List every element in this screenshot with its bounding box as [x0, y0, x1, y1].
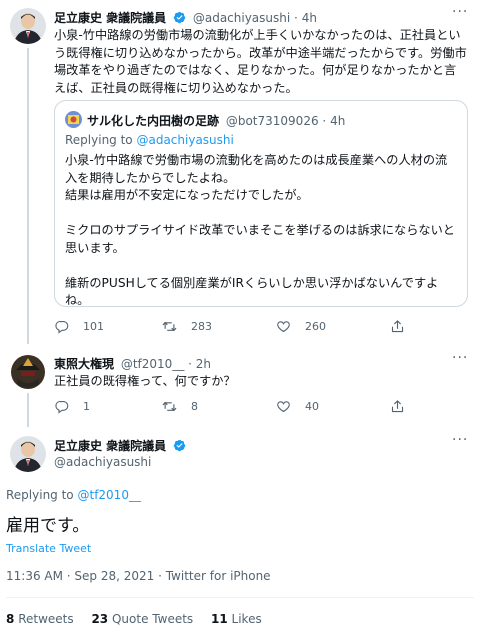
tweet-timestamp[interactable]: 11:36 AM · Sep 28, 2021 · Twitter for iP…	[6, 569, 271, 583]
quote-time: 4h	[330, 114, 346, 128]
divider	[6, 597, 474, 598]
likes-count: 11	[211, 612, 228, 626]
quotes-count: 23	[91, 612, 109, 626]
replying-prefix: Replying to	[6, 488, 74, 502]
avatar[interactable]	[10, 354, 46, 390]
retweets-stat[interactable]: 8 Retweets	[6, 612, 77, 626]
reply-count: 1	[83, 400, 90, 413]
separator-dot: ·	[322, 114, 327, 128]
handle[interactable]: @adachiyasushi	[54, 455, 151, 469]
share-icon	[391, 400, 404, 413]
replying-to-handle[interactable]: @adachiyasushi	[136, 133, 233, 147]
reply-button[interactable]: 101	[54, 319, 104, 334]
retweet-button[interactable]: 8	[162, 399, 198, 414]
reply-icon	[55, 320, 69, 334]
quote-replying-to: Replying to @adachiyasushi	[65, 133, 234, 147]
retweet-button[interactable]: 283	[162, 319, 212, 334]
handle[interactable]: @tf2010__	[121, 357, 184, 371]
replying-to-handle[interactable]: @tf2010__	[77, 488, 140, 502]
more-icon[interactable]: ···	[452, 4, 468, 20]
quote-author-name: サル化した内田樹の足跡	[87, 114, 220, 128]
quote-handle: @bot73109026	[225, 114, 319, 128]
like-count: 260	[305, 320, 326, 333]
quote-avatar[interactable]	[65, 111, 82, 128]
likes-label: Likes	[231, 612, 262, 626]
author-name[interactable]: 足立康史 衆議院議員	[54, 11, 166, 25]
retweet-count: 8	[191, 400, 198, 413]
share-icon	[391, 320, 404, 333]
like-button[interactable]: 40	[276, 399, 319, 414]
separator-dot: ·	[188, 357, 192, 371]
avatar[interactable]	[10, 436, 46, 472]
like-button[interactable]: 260	[276, 319, 326, 334]
retweet-count: 283	[191, 320, 212, 333]
verified-icon	[173, 11, 186, 27]
reply-icon	[55, 400, 69, 414]
tweet-header: 東照大権現 @tf2010__ · 2h	[54, 355, 211, 372]
separator-dot: ·	[294, 11, 298, 25]
quotes-label: Quote Tweets	[111, 612, 194, 626]
handle[interactable]: @adachiyasushi	[193, 11, 290, 25]
like-icon	[277, 321, 290, 333]
likes-stat[interactable]: 11 Likes	[211, 612, 262, 626]
replying-to: Replying to @tf2010__	[6, 488, 141, 502]
replying-prefix: Replying to	[65, 133, 133, 147]
like-icon	[277, 401, 290, 413]
share-button[interactable]	[390, 399, 419, 414]
verified-icon	[173, 439, 186, 455]
like-count: 40	[305, 400, 319, 413]
author-block: 足立康史 衆議院議員	[54, 437, 186, 455]
tweet-time[interactable]: 2h	[196, 357, 211, 371]
author-name[interactable]: 東照大権現	[54, 357, 114, 371]
share-button[interactable]	[390, 319, 419, 334]
reply-count: 101	[83, 320, 104, 333]
quote-text: 小泉-竹中路線で労働市場の流動化を高めたのは成長産業への人材の流入を期待したから…	[65, 153, 455, 307]
reply-button[interactable]: 1	[54, 399, 90, 414]
quote-tweet-card[interactable]: サル化した内田樹の足跡 @bot73109026 · 4h Replying t…	[54, 100, 468, 307]
translate-tweet-link[interactable]: Translate Tweet	[6, 542, 91, 555]
quotes-stat[interactable]: 23 Quote Tweets	[91, 612, 197, 626]
retweets-label: Retweets	[18, 612, 74, 626]
quote-header: サル化した内田樹の足跡 @bot73109026 · 4h	[87, 112, 345, 129]
tweet-text: 正社員の既得権って、何ですか？	[54, 374, 236, 388]
author-name[interactable]: 足立康史 衆議院議員	[54, 439, 166, 453]
thread-line	[27, 393, 29, 427]
more-icon[interactable]: ···	[452, 432, 468, 448]
tweet-text: 小泉-竹中路線の労働市場の流動化が上手くいかなかったのは、正社員という既得権に切…	[54, 28, 467, 95]
avatar[interactable]	[10, 8, 46, 44]
more-icon[interactable]: ···	[452, 350, 468, 366]
retweet-icon	[162, 321, 177, 332]
thread-line	[27, 48, 29, 344]
retweet-icon	[162, 401, 177, 412]
tweet-stats: 8 Retweets 23 Quote Tweets 11 Likes	[6, 612, 262, 626]
tweet-time[interactable]: 4h	[302, 11, 317, 25]
retweets-count: 8	[6, 612, 15, 626]
tweet-header: 足立康史 衆議院議員 @adachiyasushi · 4h	[54, 9, 317, 27]
tweet-text: 雇用です。	[6, 516, 90, 536]
